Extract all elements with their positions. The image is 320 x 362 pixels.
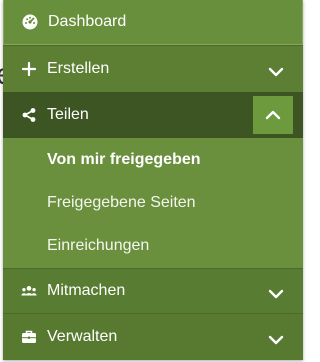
menu-item-label: Verwalten (47, 328, 118, 345)
menu-item-label: Dashboard (48, 13, 127, 30)
menu-item-label: Mitmachen (47, 282, 126, 299)
menu-item-label: Teilen (47, 106, 89, 123)
submenu-item-einreichungen[interactable]: Einreichungen (3, 224, 303, 267)
plus-icon (19, 60, 39, 78)
menu-item-mitmachen[interactable]: Mitmachen (3, 268, 303, 313)
submenu-item-von-mir-freigegeben[interactable]: Von mir freigegeben (3, 138, 303, 181)
briefcase-icon (19, 328, 39, 346)
submenu-teilen: Von mir freigegeben Freigegebene Seiten … (3, 138, 303, 268)
dashboard-icon (20, 13, 40, 31)
chevron-down-icon[interactable] (259, 323, 293, 357)
chevron-up-icon[interactable] (253, 96, 293, 134)
chevron-down-icon[interactable] (259, 55, 293, 89)
menu-item-teilen[interactable]: Teilen (3, 92, 303, 138)
chevron-down-icon[interactable] (259, 277, 293, 311)
users-icon (19, 282, 39, 300)
menu-item-dashboard[interactable]: Dashboard (3, 0, 303, 45)
menu-item-verwalten[interactable]: Verwalten (3, 313, 303, 360)
share-icon (19, 106, 39, 124)
menu-item-label: Erstellen (47, 60, 110, 77)
main-menu: Dashboard Erstellen Teilen Von mir freig… (3, 0, 303, 360)
submenu-item-freigegebene-seiten[interactable]: Freigegebene Seiten (3, 181, 303, 224)
menu-item-erstellen[interactable]: Erstellen (3, 45, 303, 92)
